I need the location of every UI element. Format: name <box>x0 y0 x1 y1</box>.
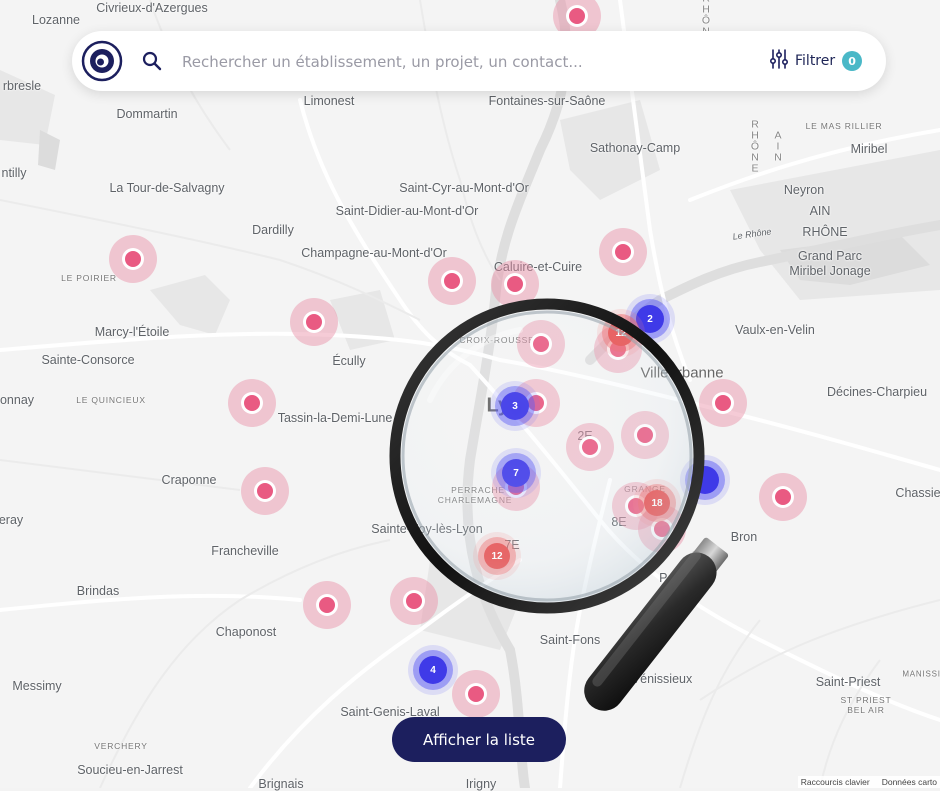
place-label: Irigny <box>465 777 497 791</box>
place-label: Chaponost <box>215 625 277 639</box>
place-label: Parc <box>659 571 685 585</box>
place-label: ntilly <box>1 166 27 180</box>
place-label: Tassin-la-Demi-Lune <box>277 411 393 425</box>
establishment-marker[interactable] <box>599 228 647 276</box>
establishment-marker[interactable] <box>303 581 351 629</box>
filter-button[interactable]: Filtrer 0 <box>769 46 863 76</box>
search-icon[interactable] <box>142 51 162 71</box>
place-label: AIN <box>772 129 784 163</box>
place-label: ST PRIEST <box>840 695 892 705</box>
keyboard-shortcuts-link[interactable]: Raccourcis clavier <box>801 777 870 787</box>
place-label: Neyron <box>783 183 825 197</box>
sliders-icon <box>769 49 789 73</box>
establishment-marker[interactable] <box>759 473 807 521</box>
place-label: Champagne-au-Mont-d'Or <box>301 246 447 260</box>
place-label: Messimy <box>12 679 62 693</box>
map-attribution: Raccourcis clavier Données carto <box>797 776 940 788</box>
place-label: Fontaines-sur-Saône <box>488 94 606 108</box>
place-label: Sainte-Foy-lès-Lyon <box>371 522 483 536</box>
establishment-marker[interactable] <box>566 423 614 471</box>
place-label: Craponne <box>161 473 217 487</box>
place-label: Décines-Charpieu <box>826 385 928 399</box>
place-label: Soucieu-en-Jarrest <box>77 763 183 777</box>
place-label: Saint-Fons <box>539 633 601 647</box>
establishment-marker[interactable] <box>228 379 276 427</box>
filter-count-badge: 0 <box>842 51 863 71</box>
place-label: Francheville <box>211 544 279 558</box>
place-label: Dommartin <box>116 107 178 121</box>
place-label: Saint-Didier-au-Mont-d'Or <box>335 204 479 218</box>
place-label: Sainte-Consorce <box>41 353 135 367</box>
search-input[interactable] <box>180 46 744 78</box>
search-bar: Filtrer 0 <box>72 31 886 91</box>
place-label: Brignais <box>258 777 304 791</box>
place-label: BEL AIR <box>847 705 885 715</box>
place-label: Civrieux-d'Azergues <box>96 1 208 15</box>
place-label: Écully <box>332 354 366 368</box>
map-data-link[interactable]: Données carto <box>882 777 937 787</box>
establishment-marker[interactable] <box>699 379 747 427</box>
establishment-marker[interactable] <box>452 670 500 718</box>
place-label: Vaulx-en-Velin <box>735 323 815 337</box>
establishment-marker[interactable] <box>517 320 565 368</box>
place-label: VERCHERY <box>94 741 148 751</box>
cluster-marker[interactable]: 12 <box>484 543 510 569</box>
cluster-marker[interactable]: 7 <box>502 459 530 487</box>
place-label: Marcy-l'Étoile <box>94 325 170 339</box>
place-label: Vénissieux <box>631 672 693 686</box>
place-label: onnay <box>0 393 35 407</box>
show-list-button[interactable]: Afficher la liste <box>392 717 566 762</box>
app-logo[interactable] <box>81 40 123 82</box>
place-label: LE QUINCIEUX <box>76 395 146 405</box>
cluster-marker[interactable]: 2 <box>636 305 664 333</box>
place-label: Limonest <box>303 94 355 108</box>
establishment-marker[interactable] <box>241 467 289 515</box>
place-label: MANISSIEUX <box>902 669 940 679</box>
place-label: Bron <box>730 530 758 544</box>
cluster-marker[interactable] <box>691 466 719 494</box>
place-label: AIN <box>809 204 831 218</box>
filter-label: Filtrer <box>795 53 836 69</box>
place-label: Saint-Priest <box>815 675 881 689</box>
establishment-marker[interactable] <box>390 577 438 625</box>
cluster-marker[interactable]: 12 <box>608 320 634 346</box>
place-label: eray <box>0 513 24 527</box>
cluster-marker[interactable]: 3 <box>501 392 529 420</box>
establishment-marker[interactable] <box>290 298 338 346</box>
place-label: Lozanne <box>32 13 80 27</box>
cluster-marker[interactable]: 18 <box>644 490 670 516</box>
establishment-marker[interactable] <box>491 260 539 308</box>
place-label: LE MAS RILLIER <box>805 121 883 131</box>
establishment-marker[interactable] <box>428 257 476 305</box>
place-label: Sathonay-Camp <box>589 141 681 155</box>
place-label: Brindas <box>76 584 120 598</box>
establishment-marker[interactable] <box>109 235 157 283</box>
place-label: La Tour-de-Salvagny <box>109 181 225 195</box>
place-label: rbresle <box>2 79 42 93</box>
place-label: Miribel <box>850 142 888 156</box>
place-label: Villeurbanne <box>640 364 724 382</box>
place-label: Miribel Jonage <box>789 264 871 278</box>
place-label: Saint-Cyr-au-Mont-d'Or <box>399 181 529 195</box>
establishment-marker[interactable] <box>621 411 669 459</box>
place-label: Dardilly <box>252 223 294 237</box>
place-label: RHÔNE <box>802 225 848 239</box>
cluster-marker[interactable]: 4 <box>419 656 447 684</box>
place-label: Grand Parc <box>798 249 862 263</box>
place-label: RHÔNE <box>749 118 761 174</box>
place-label: Chassie <box>895 486 940 500</box>
place-label: LE POIRIER <box>61 273 117 283</box>
